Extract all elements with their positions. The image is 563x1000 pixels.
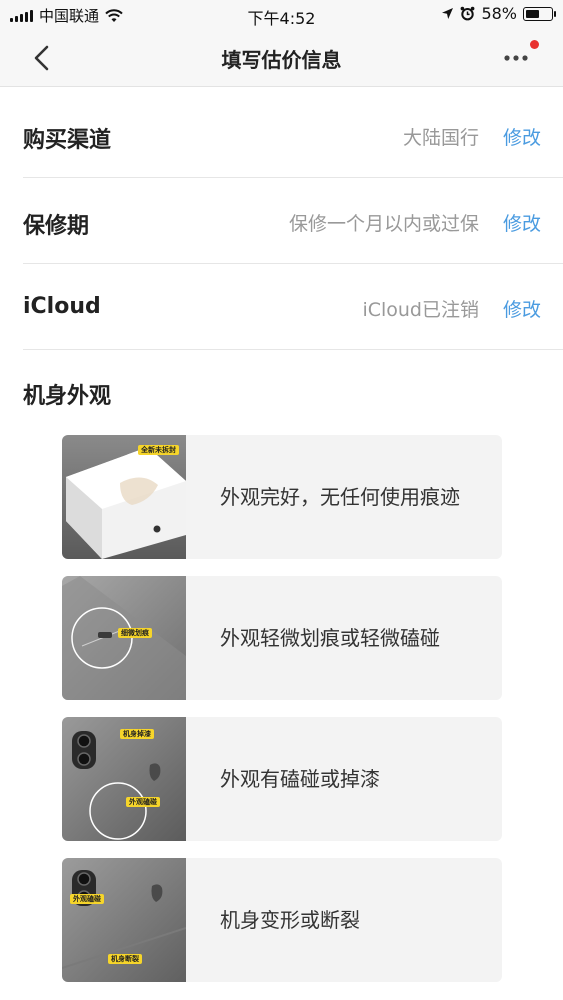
battery-percent: 58% <box>481 4 517 23</box>
option-text: 外观完好，无任何使用痕迹 <box>220 485 460 509</box>
tag-label: 外观磕碰 <box>70 894 104 904</box>
row-label: 购买渠道 <box>23 128 112 153</box>
edit-button[interactable]: 修改 <box>503 295 541 322</box>
row-label: 保修期 <box>23 214 90 239</box>
tag-label: 机身掉漆 <box>120 729 154 739</box>
tag-label: 机身断裂 <box>108 954 142 964</box>
row-value: iCloud已注销 <box>362 299 479 321</box>
page-title: 填写估价信息 <box>221 48 342 72</box>
row-value: 保修一个月以内或过保 <box>288 213 479 235</box>
phone-box-image: 全新未拆封 <box>62 435 186 559</box>
notification-dot <box>530 40 539 49</box>
option-text: 外观有磕碰或掉漆 <box>220 767 380 791</box>
row-label: iCloud <box>23 294 101 319</box>
option-card[interactable]: 全新未拆封 外观完好，无任何使用痕迹 <box>62 435 502 559</box>
edit-button[interactable]: 修改 <box>503 209 541 236</box>
appearance-options: 全新未拆封 外观完好，无任何使用痕迹 细微划痕 外观轻微划痕或轻微磕碰 机身掉漆… <box>62 435 502 999</box>
scratch-closeup-image: 细微划痕 <box>62 576 186 700</box>
tag-label: 外观磕碰 <box>126 797 160 807</box>
row-icloud: iCloud iCloud已注销 修改 <box>23 264 563 350</box>
more-icon[interactable] <box>503 50 529 66</box>
option-card[interactable]: 外观磕碰 机身断裂 机身变形或断裂 <box>62 858 502 982</box>
row-value: 大陆国行 <box>402 127 479 149</box>
battery-level-fill <box>526 9 539 18</box>
paint-chip-image: 机身掉漆 外观磕碰 <box>62 717 186 841</box>
edit-button[interactable]: 修改 <box>503 123 541 150</box>
option-text: 机身变形或断裂 <box>220 908 360 932</box>
option-card[interactable]: 细微划痕 外观轻微划痕或轻微磕碰 <box>62 576 502 700</box>
broken-body-image: 外观磕碰 机身断裂 <box>62 858 187 982</box>
tag-label: 细微划痕 <box>118 628 152 638</box>
tag-label: 全新未拆封 <box>138 445 179 455</box>
battery-icon <box>523 6 556 21</box>
location-icon <box>442 8 454 19</box>
option-text: 外观轻微划痕或轻微磕碰 <box>220 626 440 650</box>
navigation-bar: 填写估价信息 <box>0 30 563 87</box>
info-list: 购买渠道 大陆国行 修改 保修期 保修一个月以内或过保 修改 iCloud iC… <box>0 92 563 350</box>
row-warranty: 保修期 保修一个月以内或过保 修改 <box>23 178 563 264</box>
option-card[interactable]: 机身掉漆 外观磕碰 外观有磕碰或掉漆 <box>62 717 502 841</box>
alarm-icon <box>461 6 475 21</box>
status-right: 58% <box>441 4 556 23</box>
status-bar: 中国联通 下午4:52 58% <box>0 0 563 30</box>
section-title-appearance: 机身外观 <box>23 384 112 409</box>
row-purchase-channel: 购买渠道 大陆国行 修改 <box>23 92 563 178</box>
